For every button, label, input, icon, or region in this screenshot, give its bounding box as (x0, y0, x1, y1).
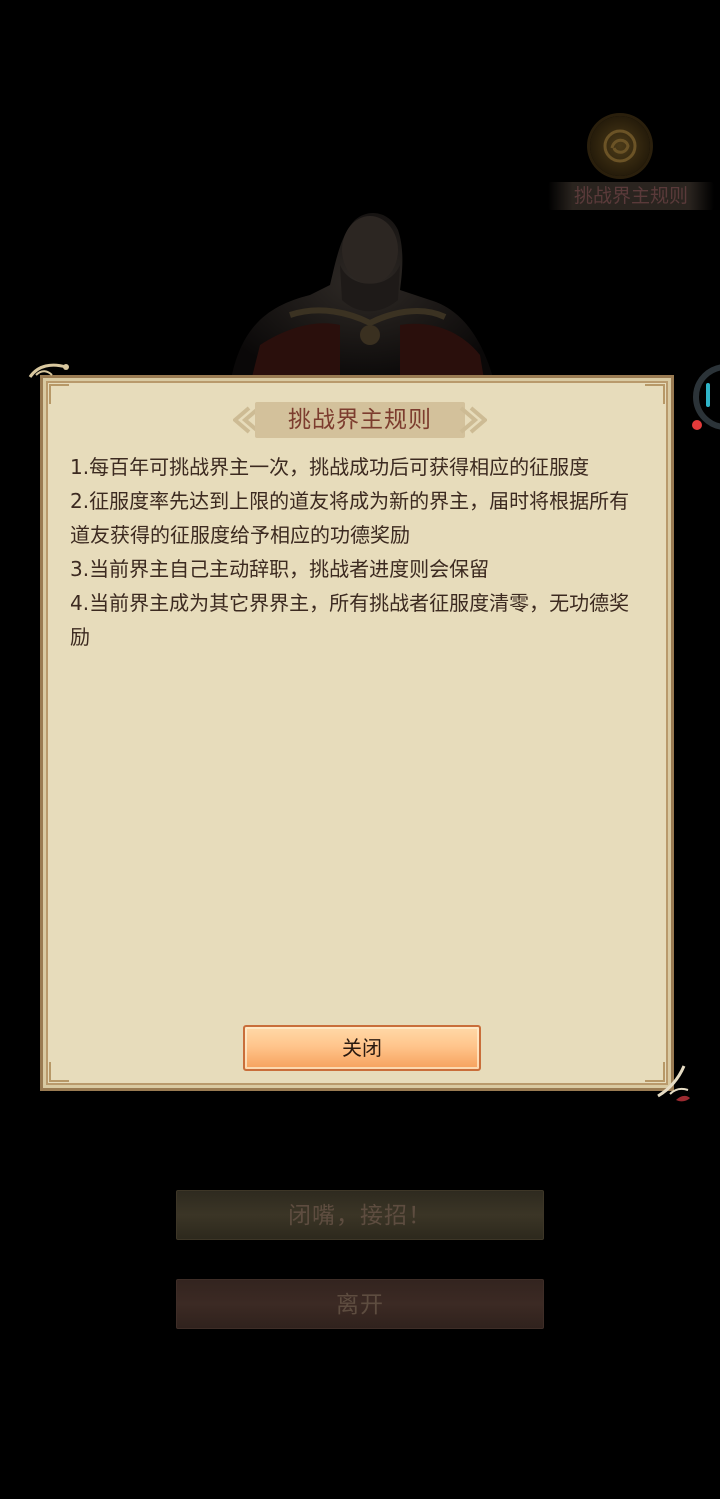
rules-emblem-icon (590, 116, 650, 176)
boss-portrait (230, 212, 495, 385)
side-ring-icon[interactable] (688, 355, 720, 445)
rule-item: 1.每百年可挑战界主一次，挑战成功后可获得相应的征服度 (70, 455, 590, 479)
dialog-corner-ornament (645, 384, 665, 404)
rules-button[interactable]: 挑战界主规则 (548, 116, 714, 212)
dialog-title-banner: 挑战界主规则 (233, 400, 487, 440)
flourish-icon (28, 363, 69, 378)
dialog-corner-ornament (49, 384, 69, 404)
screen: 挑战界主规则 挑战界主规则 1.每百年可挑战界主一次，挑战成功后可获得相应的征服… (0, 0, 720, 1499)
dialog-title: 挑战界主规则 (288, 407, 432, 433)
close-button[interactable]: 关闭 (243, 1025, 481, 1071)
rule-item: 3.当前界主自己主动辞职，挑战者进度则会保留 (70, 557, 490, 581)
rules-dialog: 挑战界主规则 1.每百年可挑战界主一次，挑战成功后可获得相应的征服度 2.征服度… (40, 375, 674, 1091)
flourish-icon (657, 1065, 690, 1102)
fight-button[interactable]: 闭嘴，接招！ (176, 1190, 544, 1240)
rule-item: 2.征服度率先达到上限的道友将成为新的界主，届时将根据所有道友获得的征服度给予相… (70, 489, 630, 547)
dialog-corner-ornament (49, 1062, 69, 1082)
leave-button[interactable]: 离开 (176, 1279, 544, 1329)
rule-item: 4.当前界主成为其它界界主，所有挑战者征服度清零，无功德奖励 (70, 591, 630, 649)
rules-button-label: 挑战界主规则 (548, 182, 714, 210)
rules-list: 1.每百年可挑战界主一次，挑战成功后可获得相应的征服度 2.征服度率先达到上限的… (70, 450, 640, 654)
